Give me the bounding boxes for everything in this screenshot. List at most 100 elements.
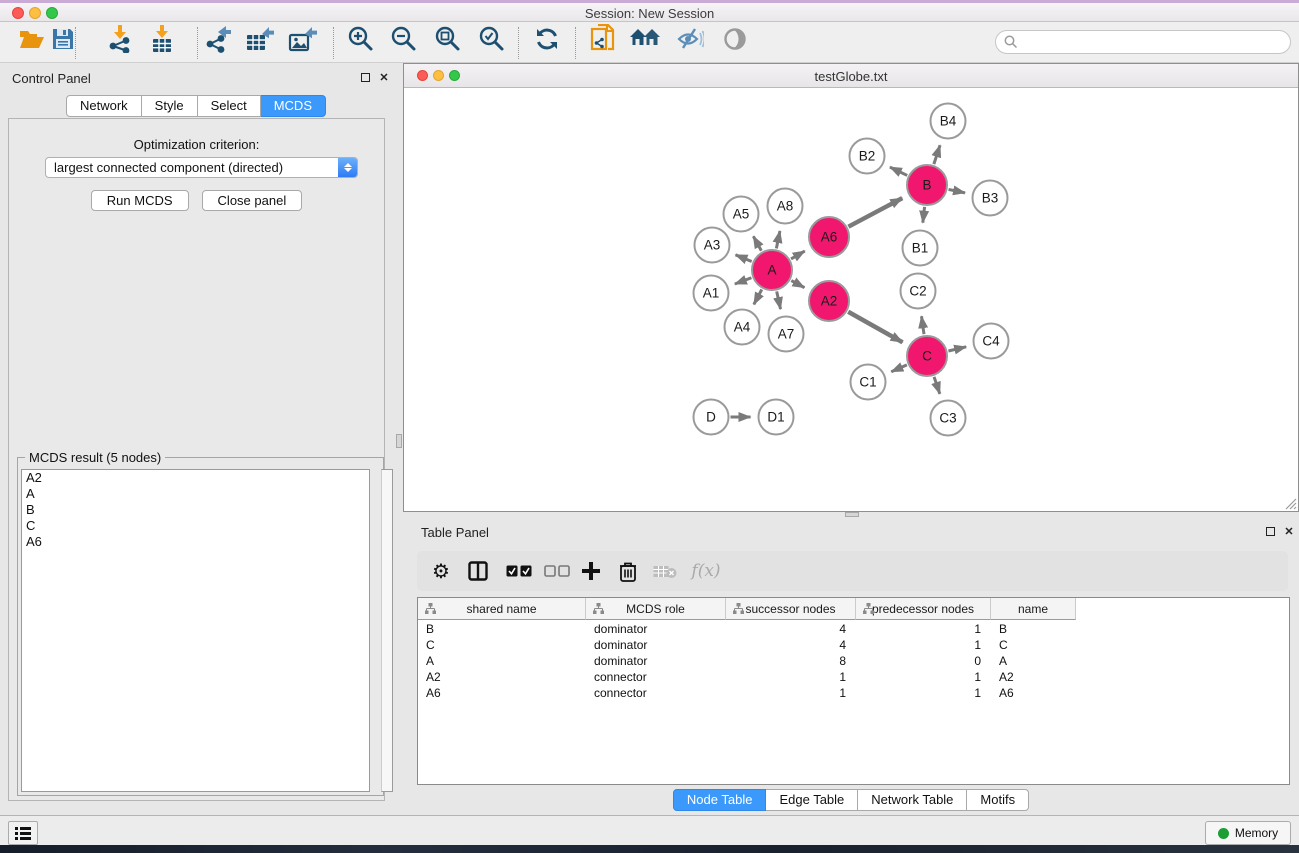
graph-edge-B-B1[interactable]: [923, 207, 925, 223]
table-row[interactable]: Bdominator41B: [418, 621, 1076, 637]
export-image-icon[interactable]: [286, 22, 320, 56]
zoom-selected-icon[interactable]: [475, 22, 509, 56]
table-row[interactable]: Adominator80A: [418, 653, 1076, 669]
tab-select[interactable]: Select: [198, 95, 261, 117]
graph-edge-A-A2[interactable]: [791, 281, 804, 288]
graph-edge-A2-C[interactable]: [848, 312, 902, 343]
mcds-result-item[interactable]: B: [22, 502, 369, 518]
graph-edge-B-B3[interactable]: [949, 189, 965, 192]
graph-edge-C-C1[interactable]: [891, 365, 907, 372]
show-hidden-icon[interactable]: [718, 22, 752, 56]
mcds-result-item[interactable]: A: [22, 486, 369, 502]
graph-edge-A-A7[interactable]: [777, 291, 781, 309]
open-session-icon[interactable]: [15, 22, 49, 56]
apply-layout-icon[interactable]: [530, 22, 564, 56]
mcds-result-item[interactable]: A6: [22, 534, 369, 550]
tab-network-table[interactable]: Network Table: [858, 789, 967, 811]
graph-edge-A-A4[interactable]: [754, 289, 762, 304]
tab-style[interactable]: Style: [142, 95, 198, 117]
float-panel-icon[interactable]: [358, 70, 372, 84]
deselect-all-checks-icon[interactable]: [543, 559, 571, 583]
duplicate-network-icon[interactable]: [586, 22, 620, 56]
network-window-titlebar[interactable]: testGlobe.txt: [404, 64, 1298, 88]
graph-node-label: A: [767, 263, 776, 278]
search-input[interactable]: [1022, 33, 1290, 51]
result-list-scrollbar[interactable]: [381, 469, 393, 792]
tab-network[interactable]: Network: [66, 95, 142, 117]
function-builder-icon[interactable]: f(x): [689, 559, 723, 583]
graph-edge-C-C2[interactable]: [921, 316, 923, 334]
graph-edge-A6-B[interactable]: [848, 198, 902, 227]
add-column-icon[interactable]: [577, 559, 605, 583]
close-panel-icon[interactable]: ✕: [377, 70, 391, 84]
table-row[interactable]: A2connector11A2: [418, 669, 1076, 685]
tab-motifs[interactable]: Motifs: [967, 789, 1029, 811]
column-header-label: MCDS role: [626, 602, 685, 616]
zoom-in-icon[interactable]: [344, 22, 378, 56]
select-all-checks-icon[interactable]: [505, 559, 533, 583]
graph-node-label: C3: [939, 411, 956, 426]
fit-content-icon[interactable]: [431, 22, 465, 56]
column-header-MCDS-role[interactable]: MCDS role: [586, 598, 726, 620]
optimization-criterion-select[interactable]: largest connected component (directed): [45, 157, 358, 178]
graph-edge-C-C3[interactable]: [934, 377, 940, 394]
column-header-predecessor-nodes[interactable]: predecessor nodes: [856, 598, 991, 620]
close-table-panel-icon[interactable]: ✕: [1282, 524, 1296, 538]
column-header-name[interactable]: name: [991, 598, 1076, 620]
column-layout-icon[interactable]: [465, 559, 491, 583]
close-panel-button[interactable]: Close panel: [202, 190, 303, 211]
graph-edge-C-C4[interactable]: [948, 347, 966, 351]
tab-edge-table[interactable]: Edge Table: [766, 789, 858, 811]
graph-node-label: B4: [940, 114, 957, 129]
mcds-panel: Optimization criterion: largest connecte…: [8, 118, 385, 801]
run-mcds-button[interactable]: Run MCDS: [91, 190, 189, 211]
table-settings-icon[interactable]: ⚙: [429, 559, 453, 583]
graph-edge-A-A3[interactable]: [736, 255, 752, 262]
cell-name: B: [991, 621, 1076, 637]
tab-node-table[interactable]: Node Table: [673, 789, 767, 811]
cell-successor-nodes: 1: [726, 669, 856, 685]
column-header-label: successor nodes: [745, 602, 835, 616]
column-header-successor-nodes[interactable]: successor nodes: [726, 598, 856, 620]
mcds-result-item[interactable]: A2: [22, 470, 369, 486]
table-row[interactable]: Cdominator41C: [418, 637, 1076, 653]
hide-selected-icon[interactable]: [673, 22, 707, 56]
horizontal-splitter-handle[interactable]: [845, 512, 859, 517]
task-history-button[interactable]: [8, 821, 38, 845]
zoom-out-icon[interactable]: [387, 22, 421, 56]
graph-edge-A-A6[interactable]: [791, 251, 805, 259]
toolbar-separator: [197, 27, 198, 59]
table-row[interactable]: A6connector11A6: [418, 685, 1076, 701]
dropdown-stepper-icon: [338, 158, 357, 177]
home-networks-icon[interactable]: [628, 22, 662, 56]
mcds-result-list[interactable]: A2ABCA6: [21, 469, 370, 792]
graph-edge-A-A1[interactable]: [735, 278, 752, 284]
import-table-icon[interactable]: [145, 22, 179, 56]
memory-label: Memory: [1235, 826, 1278, 840]
tab-mcds[interactable]: MCDS: [261, 95, 326, 117]
graph-edge-A-A8[interactable]: [776, 231, 780, 248]
export-network-icon[interactable]: [201, 22, 235, 56]
resize-grip-icon[interactable]: [1283, 496, 1297, 510]
cell-predecessor-nodes: 1: [856, 637, 991, 653]
column-header-shared-name[interactable]: shared name: [418, 598, 586, 620]
network-canvas[interactable]: AA1A2A3A4A5A6A7A8BB1B2B3B4CC1C2C3C4DD1: [404, 88, 1298, 511]
memory-button[interactable]: Memory: [1205, 821, 1291, 845]
graph-edge-B-B4[interactable]: [934, 145, 940, 164]
graph-node-label: C: [922, 349, 932, 364]
float-table-panel-icon[interactable]: [1263, 524, 1277, 538]
export-table-icon[interactable]: [243, 22, 277, 56]
vertical-splitter-handle[interactable]: [396, 434, 402, 448]
table-panel-title: Table Panel: [421, 525, 489, 540]
network-window-title: testGlobe.txt: [404, 69, 1298, 84]
delete-column-icon[interactable]: [615, 559, 641, 583]
search-field[interactable]: [995, 30, 1291, 54]
graph-edge-B-B2[interactable]: [890, 167, 907, 175]
cell-name: A: [991, 653, 1076, 669]
mcds-result-item[interactable]: C: [22, 518, 369, 534]
status-bar: Memory: [0, 815, 1299, 845]
delete-table-icon[interactable]: [651, 559, 679, 583]
cell-successor-nodes: 4: [726, 621, 856, 637]
import-network-icon[interactable]: [103, 22, 137, 56]
graph-edge-A-A5[interactable]: [753, 236, 761, 250]
